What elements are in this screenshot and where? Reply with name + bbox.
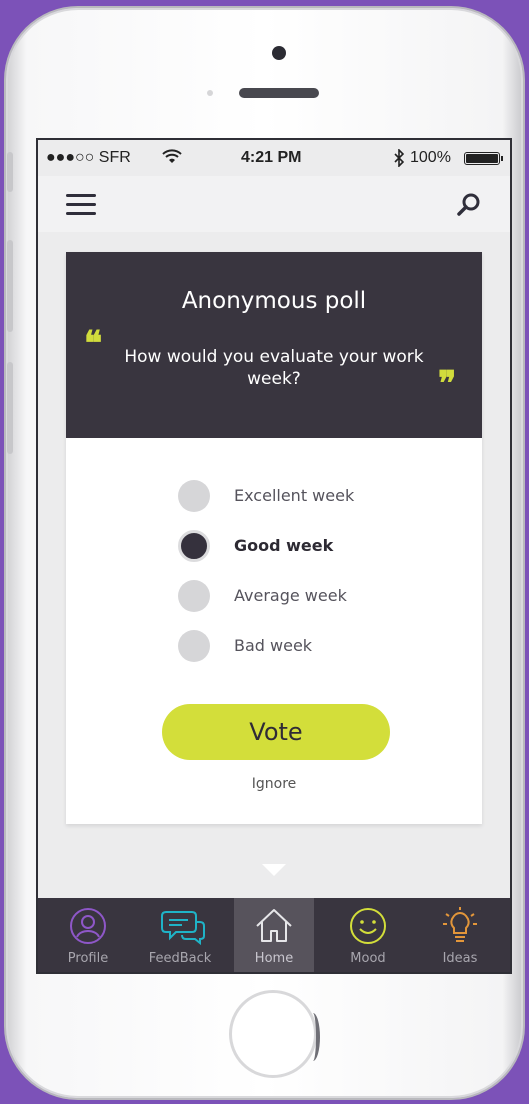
front-camera xyxy=(272,46,286,60)
tab-profile[interactable]: Profile xyxy=(48,898,128,972)
poll-option-label: Average week xyxy=(234,586,347,605)
tab-label: Home xyxy=(254,951,294,966)
mute-switch xyxy=(7,152,13,192)
feedback-icon xyxy=(161,911,205,946)
radio-button[interactable] xyxy=(178,630,210,662)
poll-option-excellent[interactable]: Excellent week xyxy=(178,480,418,514)
volume-up-button xyxy=(7,240,13,332)
radio-button[interactable] xyxy=(178,580,210,612)
close-quote-icon: ❞ xyxy=(438,364,457,404)
poll-card: Anonymous poll ❝ How would you evaluate … xyxy=(66,252,482,824)
bluetooth-icon xyxy=(394,149,404,167)
radio-button-selected[interactable] xyxy=(178,530,210,562)
open-quote-icon: ❝ xyxy=(84,324,103,364)
poll-option-label: Good week xyxy=(234,536,334,555)
tab-mood[interactable]: Mood xyxy=(328,898,408,972)
phone-screen: ●●●○○ SFR 4:21 PM 100% Anonymous poll ❝ … xyxy=(38,140,510,972)
bottom-tab-bar: Profile FeedBack Home Mood Ideas xyxy=(38,898,510,972)
radio-button[interactable] xyxy=(178,480,210,512)
vote-button[interactable]: Vote xyxy=(162,704,390,760)
battery-icon xyxy=(464,152,500,165)
clock-time: 4:21 PM xyxy=(241,149,302,166)
app-bar xyxy=(38,176,510,232)
search-icon[interactable] xyxy=(456,192,482,218)
proximity-sensor xyxy=(207,90,213,96)
home-icon xyxy=(256,909,292,942)
wifi-icon xyxy=(162,149,182,163)
tab-label: Profile xyxy=(67,951,109,966)
poll-option-label: Excellent week xyxy=(234,486,355,505)
poll-question: How would you evaluate your work week? xyxy=(124,347,424,389)
ignore-link[interactable]: Ignore xyxy=(66,776,482,792)
tab-label: Ideas xyxy=(442,951,478,966)
scroll-down-arrow-icon[interactable] xyxy=(262,864,286,876)
idea-icon xyxy=(443,907,477,942)
home-button[interactable] xyxy=(229,990,320,1078)
hamburger-menu-icon[interactable] xyxy=(66,194,96,216)
tab-feedback[interactable]: FeedBack xyxy=(140,898,220,972)
tab-home[interactable]: Home xyxy=(234,898,314,972)
profile-icon xyxy=(70,908,106,944)
mood-icon xyxy=(350,908,386,944)
poll-option-average[interactable]: Average week xyxy=(178,580,418,614)
poll-header: Anonymous poll ❝ How would you evaluate … xyxy=(66,252,482,438)
volume-down-button xyxy=(7,362,13,454)
earpiece-speaker xyxy=(239,88,319,98)
tab-ideas[interactable]: Ideas xyxy=(420,898,500,972)
battery-nub xyxy=(501,156,503,161)
poll-option-label: Bad week xyxy=(234,636,313,655)
poll-option-bad[interactable]: Bad week xyxy=(178,630,418,664)
poll-option-good[interactable]: Good week xyxy=(178,530,418,564)
tab-label: Mood xyxy=(350,951,386,966)
poll-title: Anonymous poll xyxy=(181,288,367,314)
battery-percentage: 100% xyxy=(410,149,451,166)
tab-label: FeedBack xyxy=(148,951,212,966)
carrier-signal: ●●●○○ SFR xyxy=(46,149,131,166)
status-bar: ●●●○○ SFR 4:21 PM 100% xyxy=(38,140,510,176)
